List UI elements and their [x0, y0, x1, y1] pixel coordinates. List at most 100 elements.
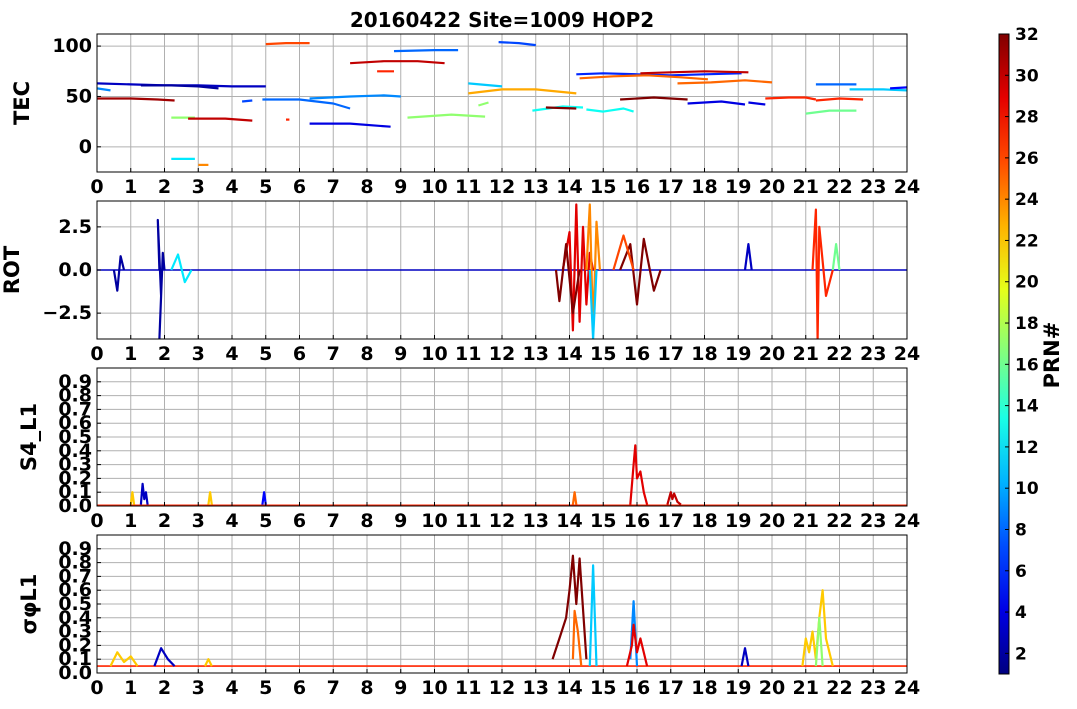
x-tick-label: 9: [394, 343, 407, 365]
series-line-prn-11: [849, 88, 907, 92]
x-tick-label: 15: [590, 510, 616, 532]
x-tick-label: 14: [556, 176, 582, 198]
x-tick-label: 2: [158, 510, 171, 532]
x-tick-label: 19: [725, 510, 751, 532]
series-line-prn-25: [571, 491, 578, 505]
x-tick-label: 15: [590, 677, 616, 699]
x-tick-label: 13: [523, 343, 549, 365]
x-tick-label: 1: [124, 176, 137, 198]
y-axis-label: ROT: [0, 245, 24, 294]
series-line-prn-16: [831, 243, 841, 271]
colorbar-tick-label: 20: [1015, 273, 1039, 293]
series-line-prn-32: [620, 96, 688, 101]
series-line-prn-32: [554, 243, 581, 315]
x-tick-label: 3: [192, 677, 205, 699]
x-tick-label: 3: [192, 176, 205, 198]
x-tick-label: 12: [489, 510, 515, 532]
x-tick-label: 7: [327, 176, 340, 198]
colorbar-tick-label: 28: [1015, 108, 1039, 128]
x-tick-label: 21: [793, 176, 819, 198]
series-line-prn-30: [188, 117, 253, 122]
panels: 0 1 2 3 4 5 6 7 8 9 10 11 12 13 14 15 16 17 18 19 20 21 22 23 24…: [0, 33, 920, 699]
grid: [96, 368, 908, 507]
y-tick-label: 2.5: [58, 216, 92, 238]
series-line-prn-22: [207, 491, 213, 505]
x-tick-label: 0: [90, 510, 103, 532]
colorbar-tick-label: 14: [1015, 397, 1039, 417]
x-tick-label: 5: [259, 343, 272, 365]
series-line-prn-25: [579, 74, 708, 81]
x-tick-label: 2: [158, 677, 171, 699]
x-tick-label: 7: [327, 343, 340, 365]
x-tick-label: 16: [624, 176, 650, 198]
x-tick-label: 23: [860, 343, 886, 365]
series-line-prn-3: [139, 482, 149, 505]
x-tick-label: 24: [894, 510, 920, 532]
x-tick-label: 7: [327, 677, 340, 699]
x-tick-label: 17: [658, 677, 684, 699]
colorbar: 2468101214161820222426283032PRN#: [998, 25, 1064, 675]
x-tick-label: 18: [691, 677, 717, 699]
x-tick-label: 20: [759, 510, 785, 532]
x-tick-label: 8: [360, 343, 373, 365]
x-tick-label: 23: [860, 176, 886, 198]
y-tick-label: 0: [79, 136, 92, 158]
series-line-prn-4: [687, 100, 746, 106]
x-tick-label: 19: [725, 176, 751, 198]
x-tick-label: 11: [455, 343, 481, 365]
x-tick-label: 15: [590, 176, 616, 198]
y-axis-label: TEC: [10, 81, 34, 125]
x-tick-label: 15: [590, 343, 616, 365]
x-tick-label: 23: [860, 510, 886, 532]
x-tick-label: 22: [826, 510, 852, 532]
x-tick-label: 6: [293, 677, 306, 699]
series-line-prn-4: [748, 101, 766, 106]
series-line-prn-9: [97, 87, 111, 92]
y-axis-label: σφL1: [17, 574, 41, 635]
x-tick-label: 18: [691, 176, 717, 198]
x-tick-label: 1: [124, 343, 137, 365]
colorbar-tick-label: 16: [1015, 355, 1039, 375]
x-tick-label: 20: [759, 176, 785, 198]
x-tick-label: 6: [293, 343, 306, 365]
x-tick-label: 3: [192, 343, 205, 365]
x-tick-label: 3: [192, 510, 205, 532]
series-line-prn-7: [241, 99, 253, 103]
x-tick-label: 22: [826, 176, 852, 198]
x-tick-label: 8: [360, 176, 373, 198]
panel-2: 0 1 2 3 4 5 6 7 8 9 10 11 12 13 14 15 16 17 18 19 20 21 22 23 24…: [0, 200, 920, 365]
panel-4: 0 1 2 3 4 5 6 7 8 9 10 11 12 13 14 15 16 17 18 19 20 21 22 23 24…: [17, 534, 920, 699]
x-tick-label: 1: [124, 510, 137, 532]
x-tick-label: 4: [225, 176, 238, 198]
x-tick-label: 22: [826, 343, 852, 365]
series-line-prn-22: [129, 491, 136, 505]
series-line-prn-8: [262, 98, 351, 110]
series-line-prn-22: [204, 658, 213, 667]
colorbar-tick-label: 4: [1015, 603, 1027, 623]
x-tick-label: 22: [826, 677, 852, 699]
x-tick-label: 11: [455, 176, 481, 198]
x-tick-label: 10: [421, 510, 447, 532]
series-line-prn-31: [97, 97, 175, 102]
series-line-prn-5: [890, 86, 907, 90]
x-tick-label: 20: [759, 343, 785, 365]
series-line-prn-13: [586, 107, 634, 113]
series-line-prn-2: [156, 218, 166, 339]
x-tick-label: 21: [793, 510, 819, 532]
series-line-prn-23: [468, 88, 577, 95]
x-tick-label: 4: [225, 510, 238, 532]
x-tick-label: 14: [556, 510, 582, 532]
x-tick-label: 21: [793, 343, 819, 365]
colorbar-tick-label: 2: [1015, 644, 1027, 664]
colorbar-tick-label: 30: [1015, 66, 1039, 86]
colorbar-tick-label: 18: [1015, 314, 1039, 334]
colorbar-tick-label: 8: [1015, 520, 1027, 540]
x-tick-label: 4: [225, 677, 238, 699]
series-line-prn-17: [407, 113, 486, 119]
series-line-prn-32: [619, 237, 662, 306]
x-tick-label: 12: [489, 176, 515, 198]
colorbar-label: PRN#: [1040, 322, 1064, 389]
x-tick-label: 0: [90, 176, 103, 198]
x-tick-label: 10: [421, 176, 447, 198]
y-tick-label: 100: [52, 35, 92, 57]
